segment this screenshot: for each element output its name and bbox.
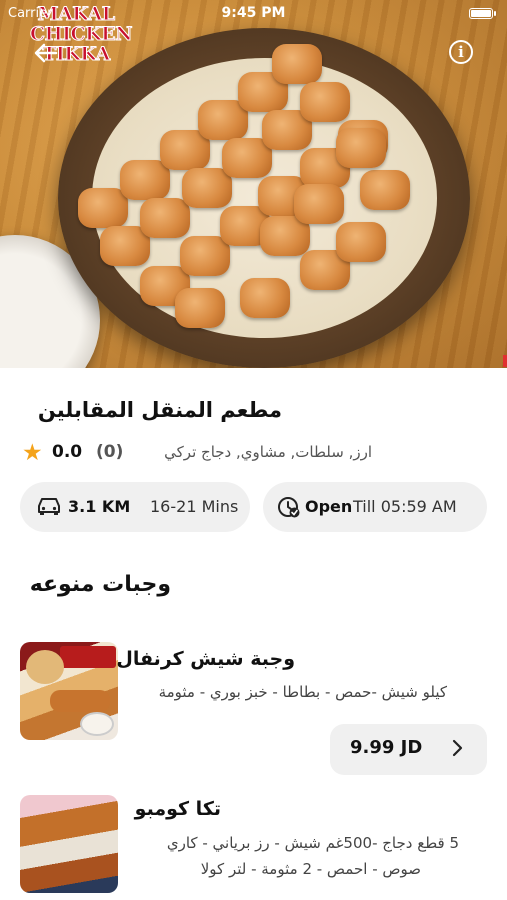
kebab-chunk [120, 160, 170, 200]
rating-row: ★ 0.0 (0) ارز, سلطات, مشاوي, دجاج تركي [20, 440, 490, 466]
clock-check-icon [278, 497, 300, 518]
kebab-chunk [300, 82, 350, 122]
kebab-chunk [180, 236, 230, 276]
status-bar: Carrier 9:45 PM [0, 0, 507, 28]
info-button[interactable]: i [449, 40, 473, 64]
closing-time: Till 05:59 AM [353, 497, 457, 516]
hours-chip: Open Till 05:59 AM [263, 482, 487, 532]
open-status: Open [305, 497, 353, 516]
distance-chip: 3.1 KM 16-21 Mins [20, 482, 250, 532]
delivery-time: 16-21 Mins [150, 497, 239, 516]
menu-item-name[interactable]: تكا كومبو [135, 798, 221, 820]
info-icon: i [458, 43, 464, 61]
cuisine-tags: ارز, سلطات, مشاوي, دجاج تركي [164, 443, 372, 461]
price-label: 9.99 JD [350, 737, 423, 758]
edge-marker [503, 355, 507, 367]
kebab-chunk [182, 168, 232, 208]
kebab-chunk [140, 198, 190, 238]
arrow-left-icon [34, 43, 58, 63]
section-title: وجبات منوعه [29, 572, 171, 597]
car-icon [38, 498, 60, 515]
kebab-chunk [294, 184, 344, 224]
kebab-chunk [78, 188, 128, 228]
battery-icon [469, 8, 496, 19]
star-icon: ★ [22, 440, 43, 466]
kebab-chunk [336, 128, 386, 168]
menu-item-description: كيلو شيش -حمص - بطاطا - خبز بوري - مثومة [158, 683, 447, 701]
menu-item-description: صوص - احمص - 2 مثومة - لتر كولا [200, 860, 421, 878]
kebab-chunk [360, 170, 410, 210]
menu-item-description: 5 قطع دجاج -500غم شيش - رز برياني - كاري [166, 834, 459, 852]
rating-value: 0.0 [52, 442, 83, 462]
image-bowl [80, 712, 114, 736]
back-button[interactable] [32, 40, 60, 66]
chevron-right-icon [452, 739, 463, 757]
status-time: 9:45 PM [221, 5, 286, 21]
menu-item-name[interactable]: وجبة شيش كرنفال [116, 648, 295, 670]
kebab-chunk [175, 288, 225, 328]
kebab-chunk [336, 222, 386, 262]
hero-image: MAKAL CHICKEN TIKKA Carrier 9:45 PM i [0, 0, 507, 368]
menu-item-image[interactable] [20, 642, 118, 740]
restaurant-name: مطعم المنقل المقابلين [37, 398, 282, 422]
image-badge [60, 646, 116, 668]
kebab-chunk [240, 278, 290, 318]
image-meat [50, 690, 110, 712]
price-button[interactable]: 9.99 JD [330, 724, 487, 775]
kebab-chunk [272, 44, 322, 84]
image-bread [26, 650, 64, 684]
menu-item-image[interactable] [20, 795, 118, 893]
distance-value: 3.1 KM [68, 497, 131, 516]
rating-count: (0) [96, 442, 124, 462]
